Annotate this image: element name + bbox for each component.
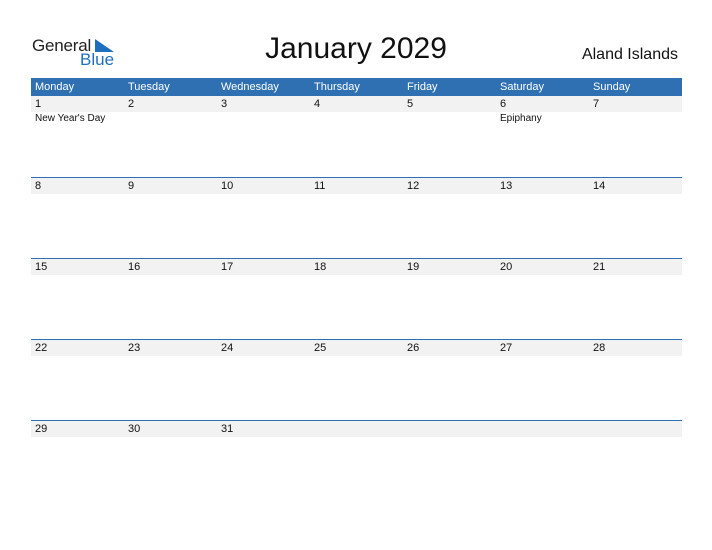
day-cell: 16 [124, 259, 217, 339]
week-row: 1 New Year's Day 2 3 4 5 6 Epiphany 7 [31, 96, 682, 177]
day-number: 13 [496, 178, 589, 194]
weekday-monday: Monday [35, 81, 75, 93]
day-cell: 3 [217, 96, 310, 177]
day-number: 17 [217, 259, 310, 275]
day-cell: 19 [403, 259, 496, 339]
day-cell: 22 [31, 340, 124, 420]
day-cell: 11 [310, 178, 403, 258]
day-number: 19 [403, 259, 496, 275]
day-number: 8 [31, 178, 124, 194]
day-number: 20 [496, 259, 589, 275]
day-number: 29 [31, 421, 124, 437]
day-number: 14 [589, 178, 682, 194]
day-cell: 14 [589, 178, 682, 258]
day-number: 28 [589, 340, 682, 356]
day-number: 11 [310, 178, 403, 194]
day-cell [589, 421, 682, 501]
week-row: 22 23 24 25 26 27 28 [31, 339, 682, 420]
day-cell: 29 [31, 421, 124, 501]
day-number: 6 [496, 96, 589, 112]
day-number: 31 [217, 421, 310, 437]
day-cell: 31 [217, 421, 310, 501]
day-cell: 24 [217, 340, 310, 420]
weekday-header: Monday Tuesday Wednesday Thursday Friday Satu… [31, 78, 682, 96]
day-number: 15 [31, 259, 124, 275]
calendar-grid: Monday Tuesday Wednesday Thursday Friday Satu… [31, 78, 682, 501]
week-row: 29 30 31 [31, 420, 682, 501]
day-number: 16 [124, 259, 217, 275]
day-number: 24 [217, 340, 310, 356]
week-row: 15 16 17 18 19 20 21 [31, 258, 682, 339]
day-number: 25 [310, 340, 403, 356]
day-cell: 8 [31, 178, 124, 258]
day-number: 1 [31, 96, 124, 112]
day-number: 9 [124, 178, 217, 194]
weekday-wednesday: Wednesday [221, 81, 279, 93]
day-cell [496, 421, 589, 501]
day-number: 27 [496, 340, 589, 356]
day-number [496, 421, 589, 437]
country-label: Aland Islands [581, 46, 678, 63]
day-cell: 5 [403, 96, 496, 177]
day-cell: 25 [310, 340, 403, 420]
day-cell: 27 [496, 340, 589, 420]
day-number: 21 [589, 259, 682, 275]
holiday-label: New Year's Day [35, 113, 106, 124]
day-number: 26 [403, 340, 496, 356]
day-cell: 23 [124, 340, 217, 420]
weekday-thursday: Thursday [314, 81, 360, 93]
day-cell [403, 421, 496, 501]
day-cell: 13 [496, 178, 589, 258]
day-cell: 20 [496, 259, 589, 339]
day-cell: 17 [217, 259, 310, 339]
weekday-friday: Friday [407, 81, 438, 93]
weekday-saturday: Saturday [500, 81, 545, 93]
day-cell: 12 [403, 178, 496, 258]
day-cell: 6 Epiphany [496, 96, 589, 177]
day-number: 22 [31, 340, 124, 356]
day-number: 30 [124, 421, 217, 437]
holiday-label: Epiphany [500, 113, 542, 124]
day-number: 7 [589, 96, 682, 112]
day-number: 3 [217, 96, 310, 112]
day-cell [310, 421, 403, 501]
day-number: 4 [310, 96, 403, 112]
day-cell: 28 [589, 340, 682, 420]
day-cell: 30 [124, 421, 217, 501]
day-cell: 7 [589, 96, 682, 177]
week-row: 8 9 10 11 12 13 14 [31, 177, 682, 258]
day-cell: 1 New Year's Day [31, 96, 124, 177]
day-number: 2 [124, 96, 217, 112]
weekday-tuesday: Tuesday [128, 81, 170, 93]
day-number [403, 421, 496, 437]
day-number: 5 [403, 96, 496, 112]
day-cell: 10 [217, 178, 310, 258]
day-cell: 2 [124, 96, 217, 177]
day-number: 18 [310, 259, 403, 275]
day-cell: 9 [124, 178, 217, 258]
day-cell: 26 [403, 340, 496, 420]
day-cell: 4 [310, 96, 403, 177]
day-cell: 21 [589, 259, 682, 339]
day-number: 12 [403, 178, 496, 194]
day-number: 23 [124, 340, 217, 356]
day-cell: 15 [31, 259, 124, 339]
weekday-sunday: Sunday [593, 81, 631, 93]
day-number [589, 421, 682, 437]
day-number [310, 421, 403, 437]
day-cell: 18 [310, 259, 403, 339]
day-number: 10 [217, 178, 310, 194]
